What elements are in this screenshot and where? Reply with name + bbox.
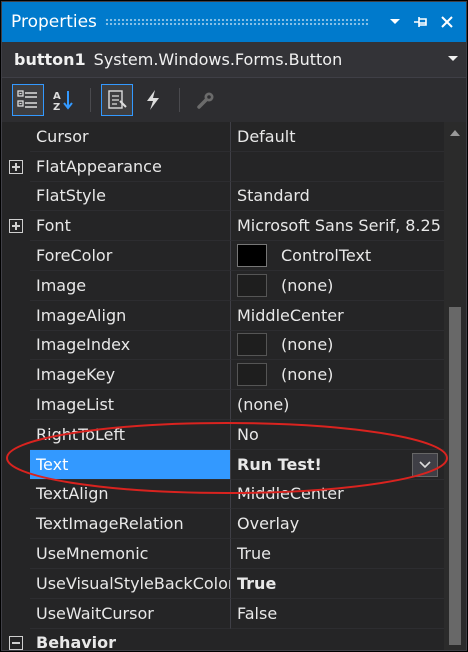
object-selector[interactable]: button1 System.Windows.Forms.Button — [2, 42, 466, 78]
property-value[interactable] — [230, 151, 444, 182]
property-row-font[interactable]: Font Microsoft Sans Serif, 8.25 — [2, 211, 444, 242]
property-name: UseMnemonic — [30, 539, 230, 569]
property-value[interactable]: True — [230, 568, 444, 599]
property-value[interactable]: Overlay — [230, 509, 444, 540]
scroll-up-arrow-icon[interactable] — [450, 130, 460, 136]
property-value[interactable]: Default — [230, 122, 444, 152]
title-bar[interactable]: Properties — [2, 2, 466, 42]
close-icon[interactable] — [436, 11, 458, 33]
property-value-text: (none) — [281, 365, 334, 385]
property-name: FlatAppearance — [30, 152, 230, 182]
property-name: ImageIndex — [30, 331, 230, 361]
category-name: Behavior — [30, 629, 230, 650]
property-row-imagelist[interactable]: ImageList (none) — [2, 390, 444, 420]
property-name: ImageKey — [30, 360, 230, 391]
pin-icon[interactable] — [410, 11, 432, 33]
property-name: UseWaitCursor — [30, 599, 230, 629]
property-name: Font — [30, 211, 230, 242]
color-swatch — [237, 244, 267, 268]
chevron-down-icon — [419, 461, 431, 468]
category-value — [230, 629, 444, 650]
property-row-imageindex[interactable]: ImageIndex (none) — [2, 330, 444, 361]
property-name: TextAlign — [30, 480, 230, 510]
property-name: ImageList — [30, 390, 230, 420]
property-value[interactable]: True — [230, 539, 444, 569]
property-value[interactable]: (none) — [230, 360, 444, 391]
property-value[interactable]: (none) — [230, 330, 444, 361]
object-name: button1 — [14, 50, 86, 69]
property-name: ForeColor — [30, 241, 230, 271]
property-row-usevisualstylebackcolor[interactable]: UseVisualStyleBackColor True — [2, 568, 444, 599]
toolbar-separator — [179, 88, 180, 112]
property-name: Cursor — [30, 122, 230, 152]
property-pages-icon[interactable] — [190, 84, 222, 116]
properties-window: Properties button1 System.Windows.Forms.… — [1, 1, 467, 651]
window-menu-icon[interactable] — [384, 11, 406, 33]
object-type: System.Windows.Forms.Button — [93, 50, 343, 69]
events-icon[interactable] — [137, 84, 169, 116]
categorized-icon[interactable] — [12, 84, 44, 116]
property-row-flatappearance[interactable]: FlatAppearance — [2, 151, 444, 182]
property-row-flatstyle[interactable]: FlatStyle Standard — [2, 181, 444, 212]
property-row-forecolor[interactable]: ForeColor ControlText — [2, 241, 444, 271]
property-name: ImageAlign — [30, 301, 230, 331]
toolbar-separator — [90, 88, 91, 112]
property-row-image[interactable]: Image (none) — [2, 270, 444, 301]
property-name: FlatStyle — [30, 182, 230, 212]
image-preview — [237, 363, 267, 387]
expand-plus-icon[interactable] — [9, 219, 23, 234]
chevron-down-icon[interactable] — [448, 56, 458, 61]
category-behavior[interactable]: Behavior — [2, 629, 444, 650]
property-value[interactable]: False — [230, 598, 444, 629]
property-row-imagealign[interactable]: ImageAlign MiddleCenter — [2, 300, 444, 331]
properties-icon[interactable] — [101, 84, 133, 116]
property-row-textimagerelation[interactable]: TextImageRelation Overlay — [2, 509, 444, 540]
property-grid: Cursor Default FlatAppearance FlatStyle … — [2, 122, 444, 650]
expand-plus-icon[interactable] — [9, 159, 23, 174]
property-name: Image — [30, 271, 230, 301]
property-name: Text — [30, 449, 230, 480]
property-value[interactable]: MiddleCenter — [230, 300, 444, 331]
property-row-usewaitcursor[interactable]: UseWaitCursor False — [2, 598, 444, 629]
svg-text:A: A — [53, 91, 61, 102]
property-name: RightToLeft — [30, 420, 230, 450]
scroll-thumb[interactable] — [449, 307, 461, 645]
property-row-righttoleft[interactable]: RightToLeft No — [2, 419, 444, 450]
property-value[interactable]: MiddleCenter — [230, 479, 444, 510]
property-row-text[interactable]: Text Run Test! — [2, 449, 444, 480]
value-dropdown-button[interactable] — [412, 452, 438, 477]
property-row-usemnemonic[interactable]: UseMnemonic True — [2, 539, 444, 569]
property-value[interactable]: Standard — [230, 181, 444, 212]
property-value[interactable]: ControlText — [230, 241, 444, 271]
property-value[interactable]: No — [230, 419, 444, 450]
property-value[interactable]: (none) — [230, 390, 444, 420]
property-value[interactable]: (none) — [230, 270, 444, 301]
property-row-textalign[interactable]: TextAlign MiddleCenter — [2, 479, 444, 510]
properties-toolbar: A Z — [2, 78, 466, 122]
panel-title: Properties — [11, 12, 97, 32]
drag-grip[interactable] — [104, 17, 370, 27]
svg-text:Z: Z — [53, 102, 60, 111]
property-value-text: (none) — [281, 335, 334, 355]
property-value[interactable]: Microsoft Sans Serif, 8.25 — [230, 211, 444, 242]
property-row-cursor[interactable]: Cursor Default — [2, 122, 444, 152]
property-name: TextImageRelation — [30, 509, 230, 540]
image-preview — [237, 273, 267, 297]
property-row-imagekey[interactable]: ImageKey (none) — [2, 360, 444, 391]
property-value-text: (none) — [281, 275, 334, 295]
collapse-minus-icon[interactable] — [9, 636, 23, 650]
alphabetical-icon[interactable]: A Z — [48, 84, 80, 116]
vertical-scrollbar[interactable] — [444, 122, 466, 650]
property-value-text: ControlText — [281, 246, 372, 266]
image-preview — [237, 333, 267, 357]
property-name: UseVisualStyleBackColor — [30, 569, 230, 599]
